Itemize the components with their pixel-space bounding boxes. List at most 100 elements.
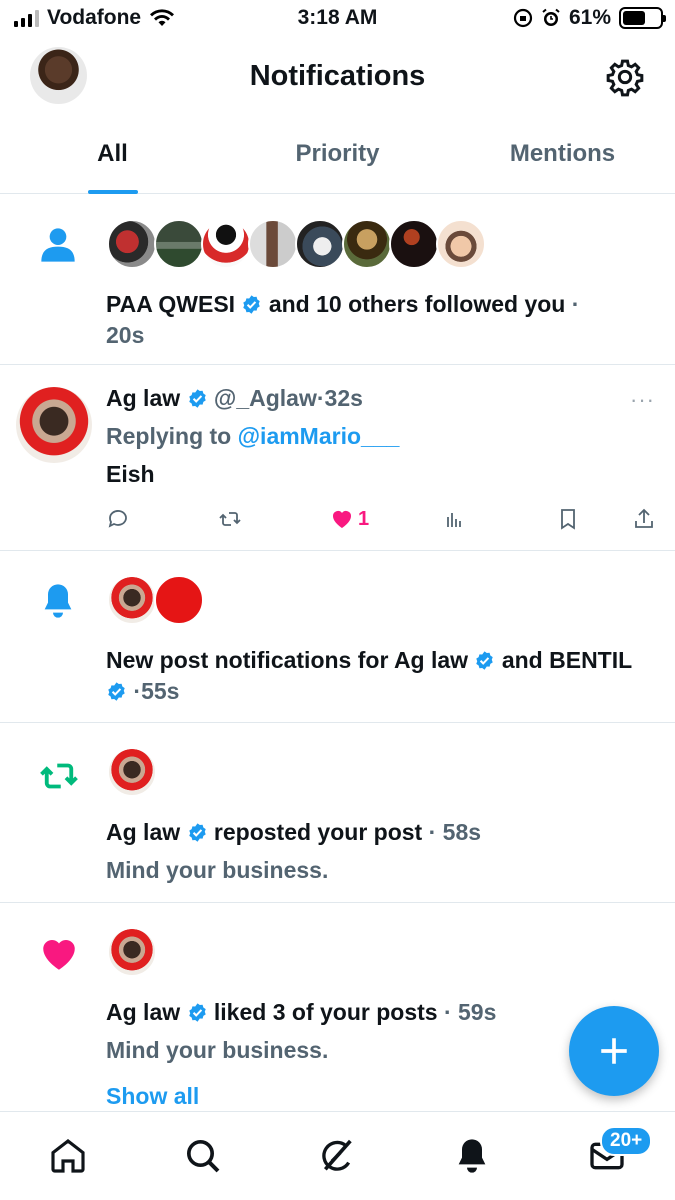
notification-like[interactable]: Ag law liked 3 of your posts · 59s Mind …: [0, 903, 675, 1113]
search-icon: [187, 1140, 220, 1173]
verified-badge-icon: [106, 679, 127, 701]
like-action: liked 3 of your posts: [213, 999, 438, 1025]
show-all-link[interactable]: Show all: [106, 1083, 199, 1110]
tab-mentions[interactable]: Mentions: [450, 130, 675, 193]
author-name[interactable]: Ag law: [106, 385, 180, 411]
notification-reply-tweet[interactable]: Ag law @_Aglaw·32s ··· Replying to @iamM…: [0, 365, 675, 551]
replying-line: Replying to @iamMario___: [106, 421, 635, 452]
separator: ·: [571, 291, 580, 317]
more-options-icon[interactable]: ···: [630, 387, 655, 413]
grok-icon: [322, 1139, 352, 1171]
follower-avatars: [107, 219, 486, 269]
compose-button[interactable]: [569, 1006, 659, 1096]
separator: ·: [316, 385, 325, 411]
verified-badge-icon: [187, 820, 208, 842]
home-tab[interactable]: [48, 1136, 88, 1176]
conjunction: and: [501, 647, 543, 673]
avatar[interactable]: [107, 575, 157, 625]
header: Notifications: [0, 40, 675, 114]
timestamp: 20s: [106, 322, 145, 348]
notification-new-posts[interactable]: New post notifications for Ag law and BE…: [0, 551, 675, 723]
repost-button[interactable]: [218, 507, 242, 531]
alarm-icon: [542, 8, 560, 26]
reply-icon: [108, 510, 127, 528]
battery-percent: 61%: [568, 6, 611, 29]
avatar[interactable]: [389, 219, 439, 269]
timestamp: 32s: [324, 385, 363, 411]
avatar[interactable]: [16, 387, 92, 463]
bookmark-button[interactable]: [556, 507, 580, 531]
notification-follow[interactable]: PAA QWESI and 10 others followed you · 2…: [0, 195, 675, 365]
actor-name[interactable]: Ag law: [106, 999, 180, 1025]
avatar[interactable]: [295, 219, 345, 269]
search-tab[interactable]: [183, 1136, 223, 1176]
grok-tab[interactable]: [317, 1136, 357, 1176]
like-button[interactable]: 1: [330, 507, 369, 531]
gear-icon[interactable]: [605, 57, 645, 97]
person-icon: [41, 228, 75, 262]
plus-icon: [601, 1038, 627, 1064]
separator: ·: [443, 999, 452, 1025]
avatar[interactable]: [107, 747, 157, 797]
actor-avatars: [107, 927, 157, 977]
avatar[interactable]: [154, 219, 204, 269]
repost-action: reposted your post: [213, 819, 423, 845]
repost-text: Ag law reposted your post · 58s: [106, 817, 635, 848]
home-icon: [51, 1138, 85, 1173]
notification-repost[interactable]: Ag law reposted your post · 58s Mind you…: [0, 723, 675, 903]
tab-priority[interactable]: Priority: [225, 130, 450, 193]
page-title: Notifications: [249, 60, 426, 92]
reply-button[interactable]: [106, 507, 130, 531]
account-name[interactable]: BENTIL: [549, 647, 632, 673]
notifications-tab[interactable]: [452, 1136, 492, 1176]
verified-badge-icon: [241, 292, 262, 314]
separator: ·: [133, 678, 142, 704]
follow-text: PAA QWESI and 10 others followed you · 2…: [106, 289, 635, 351]
replying-to-link[interactable]: @iamMario___: [238, 423, 400, 449]
verified-badge-icon: [187, 1000, 208, 1022]
avatar[interactable]: [107, 219, 157, 269]
bell-icon: [458, 1139, 486, 1173]
messages-badge: 20+: [600, 1126, 653, 1156]
tab-all[interactable]: All: [0, 130, 225, 194]
bottom-tab-bar: 20+: [0, 1111, 675, 1200]
avatar[interactable]: [154, 575, 204, 625]
account-name[interactable]: Ag law: [394, 647, 468, 673]
follower-name[interactable]: PAA QWESI: [106, 291, 235, 317]
notification-tabs: All Priority Mentions: [0, 130, 675, 194]
account-avatars: [107, 575, 204, 625]
verified-badge-icon: [187, 386, 208, 408]
quoted-post-text[interactable]: Mind your business.: [106, 855, 635, 886]
replying-prefix: Replying to: [106, 423, 232, 449]
follow-action: and 10 others followed you: [268, 291, 566, 317]
status-bar: Vodafone 3:18 AM 61%: [0, 0, 675, 38]
avatar[interactable]: [107, 927, 157, 977]
share-icon: [635, 508, 653, 528]
actor-name[interactable]: Ag law: [106, 819, 180, 845]
tweet-header: Ag law @_Aglaw·32s: [106, 383, 635, 414]
avatar[interactable]: [342, 219, 392, 269]
quoted-post-text[interactable]: Mind your business.: [106, 1035, 635, 1066]
lock-rotation-icon: [513, 8, 533, 28]
author-handle[interactable]: @_Aglaw: [214, 385, 317, 411]
avatar[interactable]: [248, 219, 298, 269]
share-button[interactable]: [632, 507, 656, 531]
heart-icon: [43, 940, 75, 970]
battery-icon: [619, 7, 666, 29]
analytics-icon: [447, 513, 461, 527]
actor-avatars: [107, 747, 157, 797]
avatar[interactable]: [201, 219, 251, 269]
new-post-prefix: New post notifications for: [106, 647, 389, 673]
bell-icon: [44, 584, 72, 618]
tweet-actions: 1: [106, 507, 657, 537]
status-right: 61%: [513, 6, 666, 30]
new-post-text: New post notifications for Ag law and BE…: [106, 645, 635, 707]
like-count: 1: [358, 507, 370, 530]
views-button[interactable]: [442, 507, 466, 531]
timestamp: 55s: [141, 678, 180, 704]
avatar[interactable]: [436, 219, 486, 269]
timestamp: 59s: [458, 999, 497, 1025]
like-text: Ag law liked 3 of your posts · 59s: [106, 997, 635, 1028]
timestamp: 58s: [442, 819, 482, 845]
heart-icon: [333, 511, 351, 528]
